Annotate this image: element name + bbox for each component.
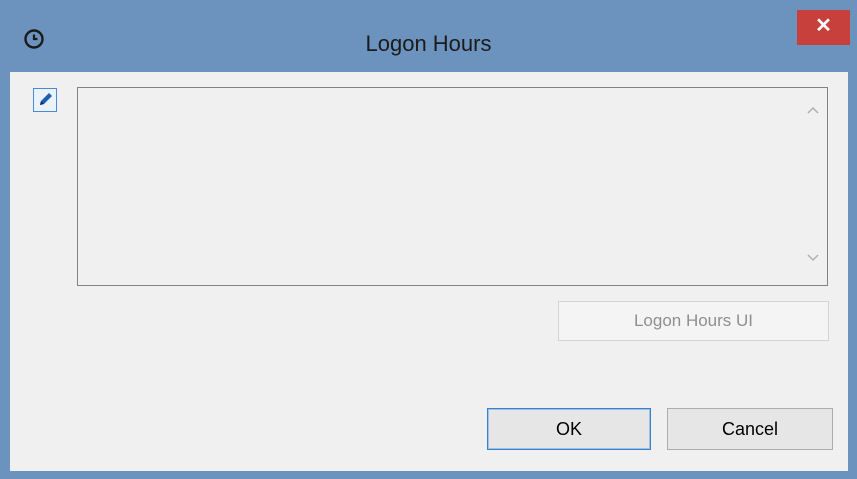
chevron-up-icon[interactable] bbox=[804, 102, 822, 120]
logon-hours-dialog: Logon Hours ✕ Logon Hours UI OK Cancel bbox=[0, 0, 857, 479]
chevron-down-icon[interactable] bbox=[804, 248, 822, 266]
dialog-body: Logon Hours UI OK Cancel bbox=[10, 72, 848, 471]
cancel-button[interactable]: Cancel bbox=[667, 408, 833, 450]
logon-hours-textbox[interactable] bbox=[77, 87, 828, 286]
ok-button[interactable]: OK bbox=[487, 408, 651, 450]
edit-button[interactable] bbox=[33, 88, 57, 112]
clock-icon bbox=[23, 28, 45, 50]
pencil-icon bbox=[40, 93, 52, 105]
title-bar[interactable]: Logon Hours ✕ bbox=[1, 1, 856, 71]
logon-hours-ui-button[interactable]: Logon Hours UI bbox=[558, 301, 829, 341]
close-button[interactable]: ✕ bbox=[797, 10, 850, 45]
